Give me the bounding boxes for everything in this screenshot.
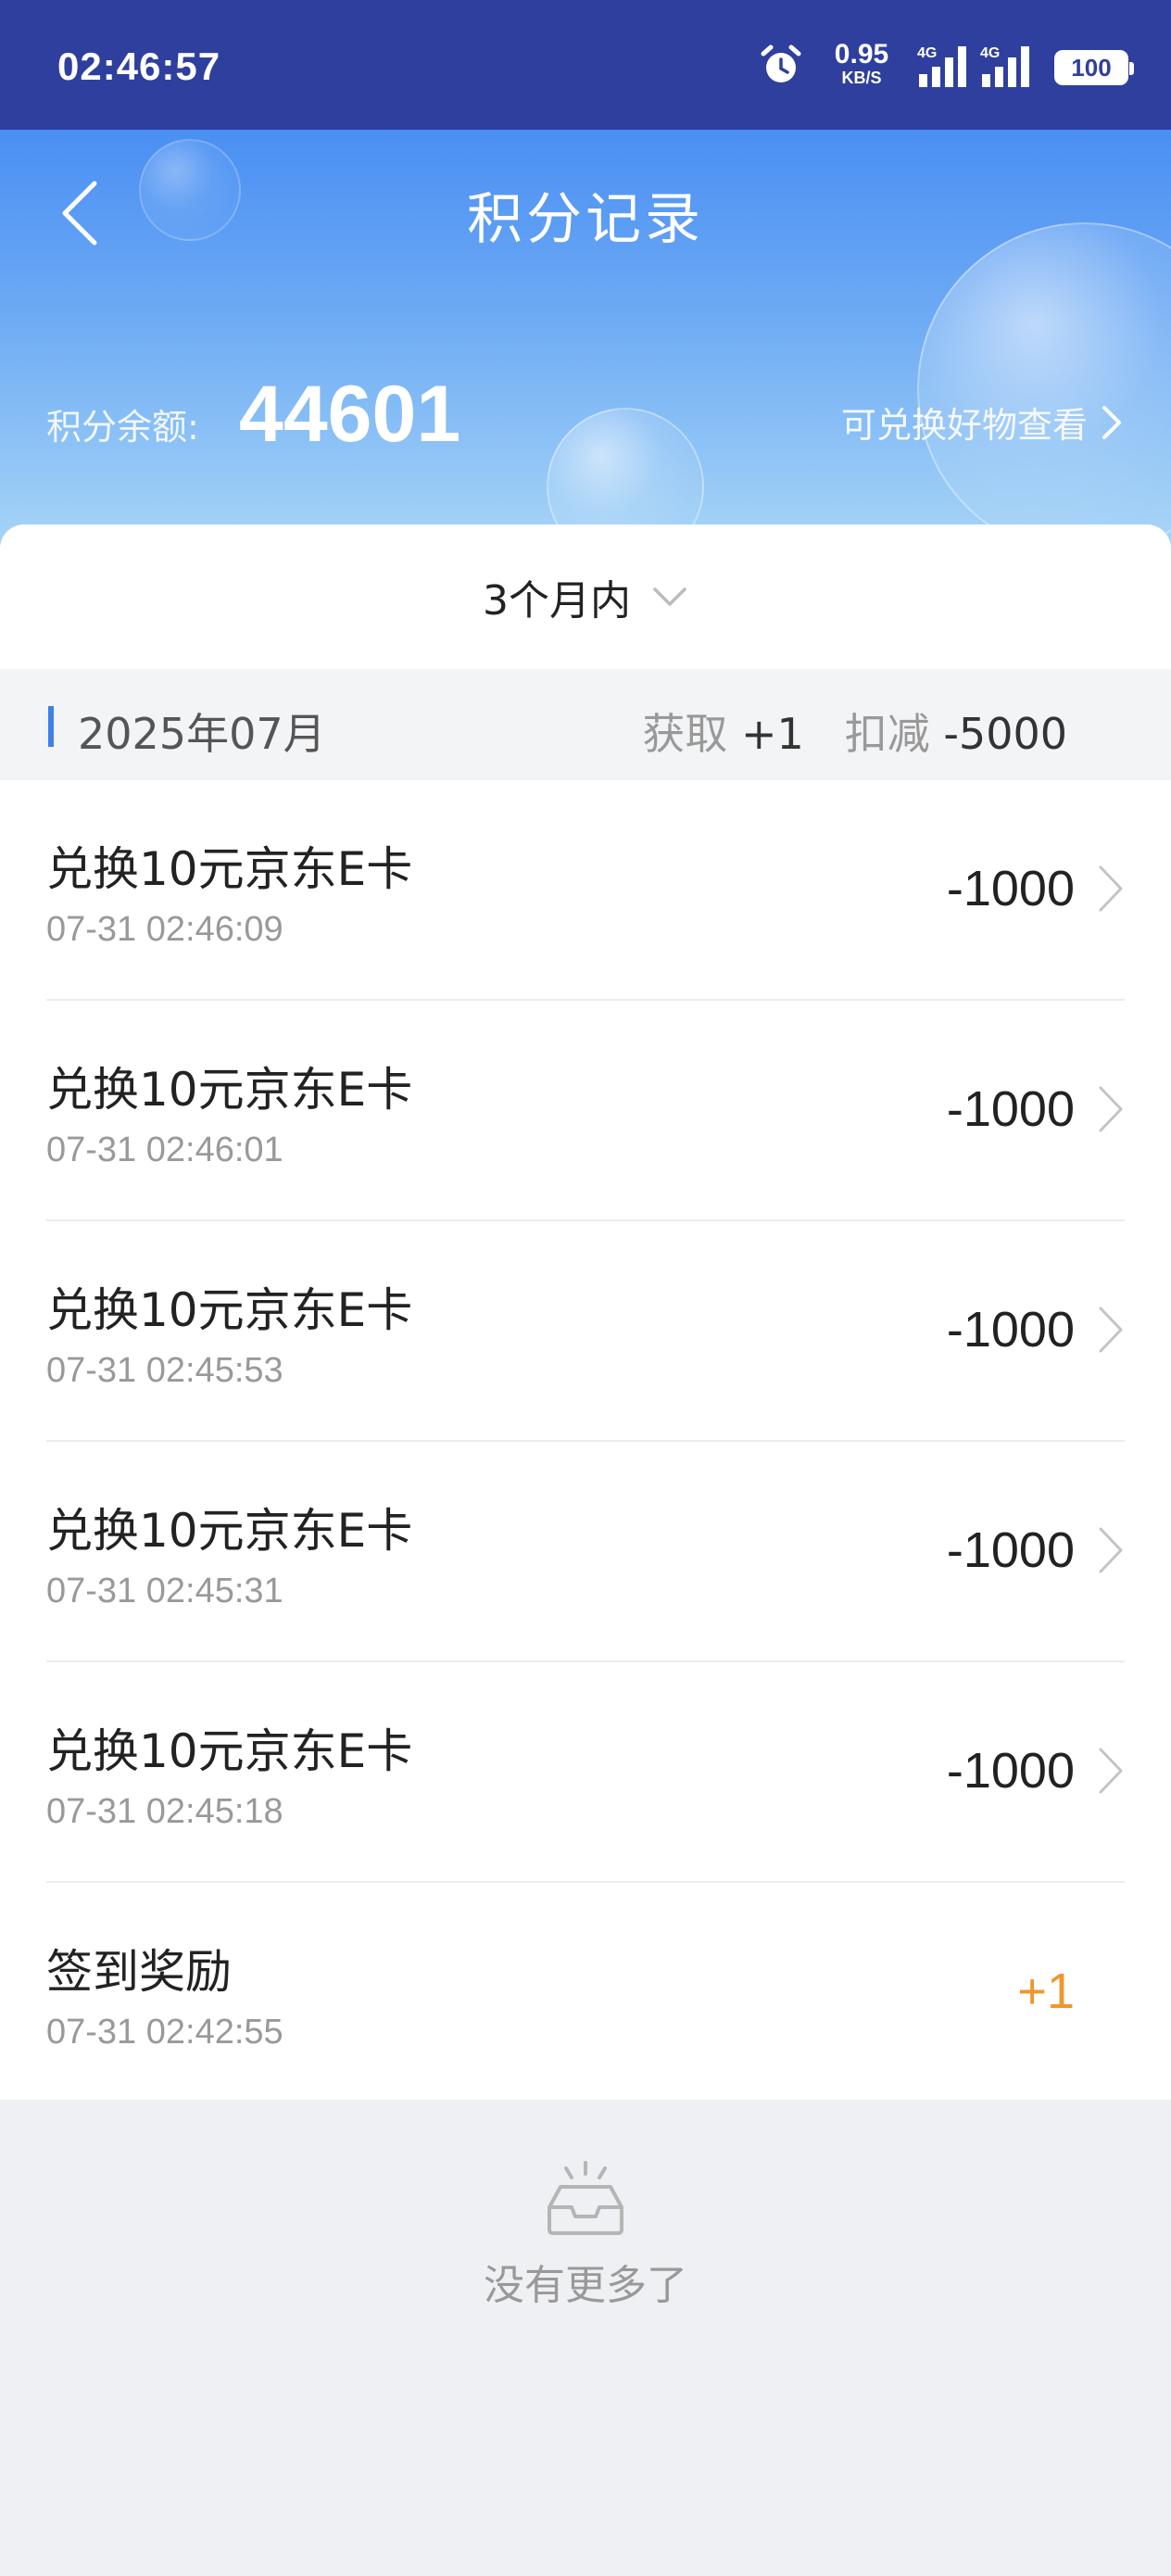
end-of-list: 没有更多了 bbox=[0, 2159, 1171, 2311]
empty-tray-icon bbox=[548, 2161, 623, 2235]
points-header: 积分记录 积分余额: 44601 可兑换好物查看 bbox=[0, 130, 1171, 556]
time-range-label: 3个月内 bbox=[483, 577, 631, 625]
record-row[interactable]: 兑换10元京东E卡 07-31 02:45:18 -1000 bbox=[46, 1662, 1125, 1883]
record-time: 07-31 02:46:01 bbox=[46, 1130, 283, 1169]
redeem-goods-label: 可兑换好物查看 bbox=[840, 405, 1088, 446]
record-amount: -1000 bbox=[946, 1081, 1075, 1137]
record-title: 兑换10元京东E卡 bbox=[46, 1724, 413, 1778]
alarm-icon bbox=[761, 44, 801, 82]
network-speed-value: 0.95 bbox=[834, 39, 889, 69]
deduct-value: -5000 bbox=[943, 709, 1067, 759]
balance-value: 44601 bbox=[239, 370, 461, 459]
decorative-bubble bbox=[917, 222, 1171, 556]
record-title: 兑换10元京东E卡 bbox=[46, 1283, 413, 1337]
chevron-right-icon bbox=[1102, 405, 1121, 439]
no-more-text: 没有更多了 bbox=[484, 2262, 687, 2309]
network-speed: 0.95 KB/S bbox=[825, 39, 899, 88]
deduct-label: 扣减 bbox=[844, 709, 930, 759]
record-row[interactable]: 兑换10元京东E卡 07-31 02:45:53 -1000 bbox=[46, 1221, 1125, 1442]
network-speed-unit: KB/S bbox=[841, 69, 882, 87]
record-amount: -1000 bbox=[946, 1302, 1075, 1357]
month-accent-bar bbox=[48, 706, 54, 747]
chevron-down-icon bbox=[653, 587, 686, 606]
status-bar: 02:46:57 0.95 KB/S 4G 4G 100 bbox=[0, 0, 1171, 130]
chevron-right-icon bbox=[1099, 865, 1123, 912]
balance-label: 积分余额: bbox=[46, 407, 199, 448]
signal-icon: 4G bbox=[917, 45, 966, 87]
chevron-right-icon bbox=[1099, 1527, 1123, 1573]
month-label: 2025年07月 bbox=[78, 709, 326, 759]
chevron-right-icon bbox=[1099, 1307, 1123, 1353]
record-title: 兑换10元京东E卡 bbox=[46, 1504, 413, 1558]
record-time: 07-31 02:45:31 bbox=[46, 1572, 283, 1610]
page-title: 积分记录 bbox=[467, 187, 704, 252]
redeem-goods-link[interactable]: 可兑换好物查看 bbox=[841, 397, 1123, 448]
record-row: 签到奖励 07-31 02:42:55 +1 bbox=[46, 1883, 1125, 2103]
earn-value: +1 bbox=[741, 709, 804, 759]
earn-label: 获取 bbox=[642, 709, 728, 759]
record-title: 兑换10元京东E卡 bbox=[46, 1063, 413, 1117]
battery-icon: 100 bbox=[1054, 50, 1134, 85]
month-summary: 获取 +1 扣减 -5000 bbox=[642, 701, 1067, 762]
signal-label: 4G bbox=[917, 45, 937, 61]
chevron-right-icon bbox=[1099, 1748, 1123, 1794]
record-row[interactable]: 兑换10元京东E卡 07-31 02:45:31 -1000 bbox=[46, 1442, 1125, 1662]
status-time: 02:46:57 bbox=[57, 44, 221, 88]
record-amount: +1 bbox=[1017, 1964, 1075, 2019]
record-amount: -1000 bbox=[946, 1743, 1075, 1799]
time-range-filter[interactable]: 3个月内 bbox=[0, 524, 1171, 669]
record-row[interactable]: 兑换10元京东E卡 07-31 02:46:09 -1000 bbox=[46, 780, 1125, 1001]
signal-label: 4G bbox=[980, 45, 1000, 61]
record-time: 07-31 02:42:55 bbox=[46, 2013, 283, 2052]
chevron-right-icon bbox=[1099, 1086, 1123, 1132]
record-amount: -1000 bbox=[946, 1522, 1075, 1578]
record-time: 07-31 02:45:18 bbox=[46, 1792, 283, 1831]
record-row[interactable]: 兑换10元京东E卡 07-31 02:46:01 -1000 bbox=[46, 1001, 1125, 1221]
signal-icon: 4G bbox=[980, 45, 1029, 87]
record-title: 兑换10元京东E卡 bbox=[46, 842, 413, 896]
record-title: 签到奖励 bbox=[46, 1945, 232, 1999]
month-header: 2025年07月 获取 +1 扣减 -5000 bbox=[0, 669, 1171, 780]
records-panel: 3个月内 2025年07月 获取 +1 扣减 -5000 兑换10元京东E卡 0… bbox=[0, 524, 1171, 2100]
record-amount: -1000 bbox=[946, 861, 1075, 916]
record-time: 07-31 02:46:09 bbox=[46, 910, 283, 949]
record-time: 07-31 02:45:53 bbox=[46, 1351, 283, 1390]
